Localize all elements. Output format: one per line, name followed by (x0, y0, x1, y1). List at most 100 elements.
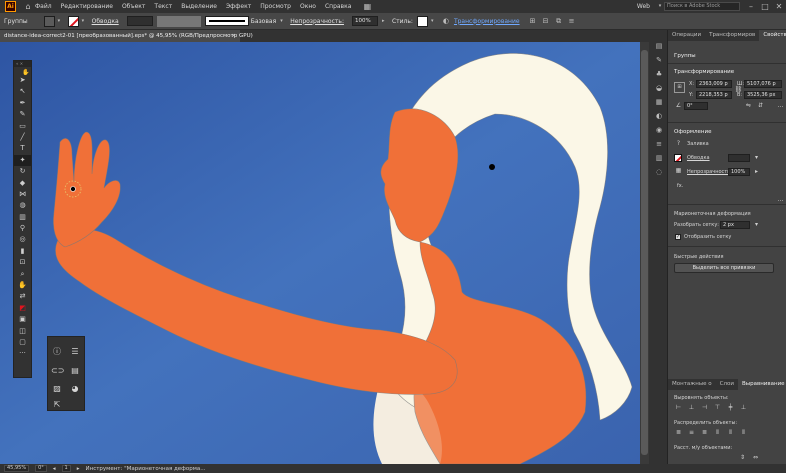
rectangle-tool-icon[interactable]: ▭ (14, 121, 31, 132)
opacity-dropdown-icon[interactable]: ▸ (382, 18, 388, 24)
stroke-icon[interactable]: ≡ (650, 137, 668, 151)
opacity-dropdown-icon[interactable]: ▸ (752, 168, 761, 176)
style-dropdown-icon[interactable]: ▾ (431, 18, 437, 24)
artboards-icon[interactable]: ▤ (69, 365, 81, 377)
distribute-top-icon[interactable]: ≣ (674, 429, 683, 437)
transform-icon[interactable]: ⊞ (528, 16, 538, 26)
tab-layers[interactable]: Слои (716, 379, 738, 390)
tab-properties[interactable]: Свойства (759, 30, 786, 41)
flip-vertical-icon[interactable]: ⇵ (756, 102, 765, 110)
next-artboard-icon[interactable]: ▸ (77, 466, 80, 472)
opacity-link[interactable]: Непрозрачность: (290, 18, 344, 25)
stroke-style-label[interactable]: Базовая (251, 18, 276, 25)
color-mode-icon[interactable]: ▣ (14, 314, 31, 325)
tab-artboards[interactable]: Монтажные о (668, 379, 716, 390)
screen-mode-icon[interactable]: ▢ (14, 337, 31, 348)
symbols-icon[interactable]: ♣ (650, 67, 668, 81)
stock-search-input[interactable]: Поиск в Adobe Stock (664, 2, 740, 11)
menu-select[interactable]: Выделение (181, 3, 217, 10)
menu-object[interactable]: Объект (122, 3, 145, 10)
stroke-swatch[interactable] (67, 15, 79, 27)
layers-icon[interactable]: ☰ (69, 346, 81, 358)
assets-icon[interactable]: ▨ (51, 383, 63, 395)
stroke-style-dropdown-icon[interactable]: ▾ (280, 18, 286, 24)
color-icon[interactable]: ◉ (650, 123, 668, 137)
pen-tool-icon[interactable]: ✒ (14, 98, 31, 109)
artboard-canvas[interactable] (0, 42, 640, 464)
stroke-weight-dropdown-icon[interactable]: ▾ (752, 154, 761, 162)
artboard-tool-icon[interactable]: ⊡ (14, 257, 31, 268)
color-guide-icon[interactable]: ◐ (650, 109, 668, 123)
line-tool-icon[interactable]: ╱ (14, 132, 31, 143)
width-tool-icon[interactable]: ⋈ (14, 189, 31, 200)
menu-window[interactable]: Окно (300, 3, 316, 10)
distribute-hcenter-icon[interactable]: ⫴ (726, 429, 735, 437)
tab-actions[interactable]: Операции (668, 30, 705, 41)
zoom-field[interactable]: 45,95% (4, 465, 30, 472)
appearance-more-icon[interactable]: … (776, 196, 785, 204)
swatches-icon[interactable]: ▦ (650, 95, 668, 109)
align-bottom-icon[interactable]: ⊥ (739, 404, 748, 412)
brush-preview[interactable] (204, 16, 249, 26)
close-tab-icon[interactable]: × (231, 30, 236, 42)
spacing-horizontal-icon[interactable]: ⇔ (751, 454, 760, 462)
brushes-icon[interactable]: ✎ (650, 53, 668, 67)
expand-mesh-dropdown-icon[interactable]: ▾ (752, 221, 761, 229)
align-right-icon[interactable]: ⊣ (700, 404, 709, 412)
fx-button[interactable]: fx. (677, 183, 683, 189)
stroke-weight-field[interactable] (728, 154, 750, 162)
align-top-icon[interactable]: ⊤ (713, 404, 722, 412)
zoom-tool-icon[interactable]: ⌕ (14, 269, 31, 280)
more-tools-icon[interactable]: ··· (14, 348, 31, 359)
appearance-icon[interactable]: ◕ (69, 383, 81, 395)
fill-swatch-icon[interactable]: ? (674, 140, 683, 148)
artboard-field[interactable]: 1 (61, 465, 71, 472)
spacing-vertical-icon[interactable]: ⇕ (738, 454, 747, 462)
fill-swatch[interactable] (43, 15, 55, 27)
stroke-link[interactable]: Обводка (687, 155, 710, 161)
opacity-field[interactable]: 100% (728, 168, 750, 176)
menu-view[interactable]: Просмотр (260, 3, 291, 10)
blend-tool-icon[interactable]: ◎ (14, 234, 31, 245)
type-tool-icon[interactable]: T (14, 143, 31, 154)
gradient-icon[interactable]: ▥ (650, 151, 668, 165)
move-icon[interactable]: ✋ (22, 67, 30, 78)
prev-artboard-icon[interactable]: ◂ (53, 466, 56, 472)
opacity-checkerboard-icon[interactable]: ▦ (674, 167, 683, 175)
menu-edit[interactable]: Редактирование (61, 3, 113, 10)
menu-effect[interactable]: Эффект (226, 3, 251, 10)
panel-menu-icon[interactable]: ≡ (567, 16, 577, 26)
align-hcenter-icon[interactable]: ⊥ (687, 404, 696, 412)
workspace-name[interactable]: Web (637, 3, 650, 10)
align-icon[interactable]: ⊟ (541, 16, 551, 26)
graphic-styles-icon[interactable]: ◒ (650, 81, 668, 95)
stroke-swatch-icon[interactable] (674, 154, 682, 162)
more-options-icon[interactable]: … (776, 102, 785, 110)
puppet-warp-tool-icon[interactable]: ✦ (14, 154, 31, 167)
flip-horizontal-icon[interactable]: ⇋ (744, 102, 753, 110)
vertical-scroll-thumb[interactable] (641, 50, 648, 455)
distribute-right-icon[interactable]: ⦀ (739, 429, 748, 437)
opacity-link[interactable]: Непрозрачность (687, 169, 730, 175)
opacity-field[interactable]: 100% (351, 16, 378, 26)
rotate-angle-icon[interactable]: ∠ (674, 102, 683, 110)
swap-fill-stroke-icon[interactable]: ⇄ (14, 291, 31, 302)
angle-field[interactable]: 0° (684, 102, 708, 110)
transparency-icon[interactable]: ◌ (650, 165, 668, 179)
links-icon[interactable]: ⊂⊃ (51, 365, 64, 377)
menu-type[interactable]: Текст (154, 3, 172, 10)
puppet-pin-neck[interactable] (489, 164, 495, 170)
isolate-icon[interactable]: ⧉ (554, 16, 564, 26)
variable-width-field[interactable] (156, 15, 201, 27)
info-icon[interactable]: ⓘ (51, 346, 63, 358)
stroke-link[interactable]: Обводка (92, 18, 119, 25)
distribute-vcenter-icon[interactable]: ≡ (687, 429, 696, 437)
eyedropper-tool-icon[interactable]: ⚲ (14, 223, 31, 234)
x-field[interactable]: 2363,009 р (696, 80, 732, 88)
menu-help[interactable]: Справка (325, 3, 351, 10)
w-field[interactable]: 5107,076 р (744, 80, 782, 88)
eraser-tool-icon[interactable]: ◆ (14, 178, 31, 189)
workspace-switcher-icon[interactable]: ▦ (360, 0, 374, 13)
artwork[interactable] (0, 42, 640, 464)
rotate-tool-icon[interactable]: ↻ (14, 166, 31, 177)
